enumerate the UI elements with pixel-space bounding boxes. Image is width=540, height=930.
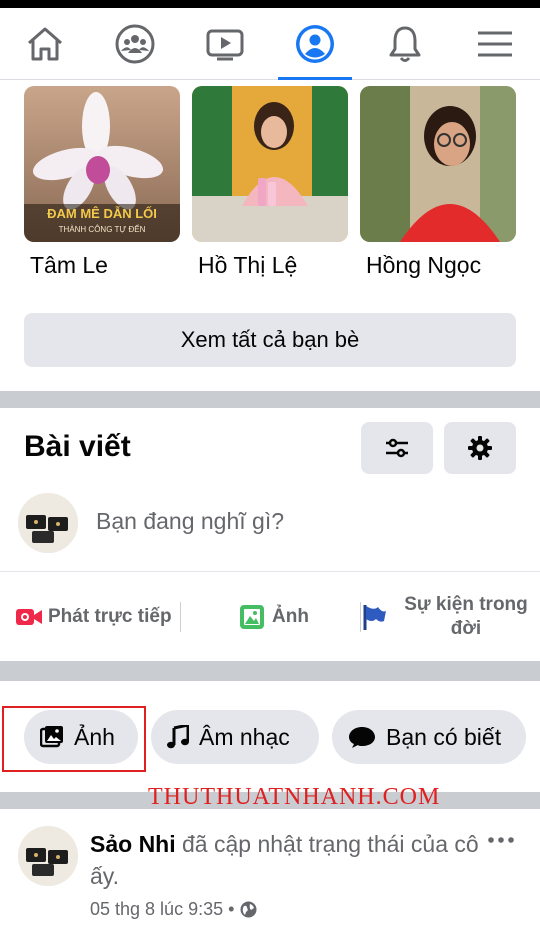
photo-icon [240,605,264,629]
live-video-icon [16,609,42,625]
highlight-box [2,706,146,772]
friend-card[interactable]: Hồ Thị Lệ [192,86,348,279]
menu-icon [478,31,512,56]
settings-button[interactable] [444,422,516,474]
section-divider [0,391,540,408]
tab-watch[interactable] [180,8,270,79]
chip-did-you-know[interactable]: Bạn có biết [332,710,526,764]
post-timestamp[interactable]: 05 thg 8 lúc 9:35 • [90,899,234,920]
flag-icon [363,605,386,630]
chip-did-you-know-label: Bạn có biết [386,723,502,750]
post-author[interactable]: Sảo Nhi [90,831,176,857]
action-divider [360,602,361,632]
avatar[interactable] [18,826,78,886]
friend-name[interactable]: Hồ Thị Lệ [192,252,348,279]
friend-card[interactable]: ĐAM MÊ DẪN LỐI THÀNH CÔNG TỰ ĐẾN Tâm Le [24,86,180,279]
composer-actions: Phát trực tiếp Ảnh Sự kiện trong đời [0,571,540,661]
life-event-label: Sự kiện trong đời [404,594,528,639]
post-header-text: Sảo Nhi đã cập nhật trạng thái của cô ấy… [90,828,480,892]
live-video-label: Phát trực tiếp [48,606,172,627]
friend-photo[interactable]: ĐAM MÊ DẪN LỐI THÀNH CÔNG TỰ ĐẾN [24,86,180,242]
tab-notifications[interactable] [360,8,450,79]
section-divider [0,661,540,681]
action-divider [180,602,181,632]
watch-icon [206,29,244,60]
photo-overlay-text: ĐAM MÊ DẪN LỐI [47,206,157,221]
photo-overlay-subtext: THÀNH CÔNG TỰ ĐẾN [58,225,146,234]
friend-photo[interactable] [360,86,516,242]
friend-photo[interactable] [192,86,348,242]
photo-action-button[interactable]: Ảnh [240,572,309,662]
friend-name[interactable]: Hồng Ngọc [360,252,516,279]
tab-groups[interactable] [90,8,180,79]
status-bar [0,0,540,8]
gear-icon [468,436,492,460]
chip-music-label: Âm nhạc [199,723,290,750]
tab-profile[interactable] [270,8,360,80]
chip-music[interactable]: Âm nhạc [151,710,319,764]
life-event-button[interactable]: Sự kiện trong đời [362,572,528,662]
filter-button[interactable] [361,422,433,474]
watermark: THUTHUATNHANH.COM [148,784,441,810]
posts-title: Bài viết [24,430,131,463]
profile-icon [296,24,334,63]
see-all-friends-button[interactable]: Xem tất cả bạn bè [24,313,516,367]
notifications-icon [389,26,421,62]
filter-sliders-icon [386,438,408,458]
chat-bubble-icon [349,727,375,748]
groups-icon [115,24,155,63]
friend-name[interactable]: Tâm Le [24,252,180,279]
more-horizontal-icon [488,837,514,843]
globe-icon [240,901,257,918]
friend-card[interactable]: Hồng Ngọc [360,86,516,279]
music-note-icon [167,725,189,749]
tab-home[interactable] [0,8,90,79]
tab-menu[interactable] [450,8,540,79]
post-meta: 05 thg 8 lúc 9:35 • [90,899,257,920]
composer-input[interactable]: Bạn đang nghĩ gì? [96,508,284,535]
post-more-button[interactable] [486,828,516,852]
live-video-button[interactable]: Phát trực tiếp [16,572,172,662]
photo-action-label: Ảnh [272,606,309,627]
avatar[interactable] [18,493,78,553]
home-icon [28,27,62,60]
top-navigation [0,8,540,80]
